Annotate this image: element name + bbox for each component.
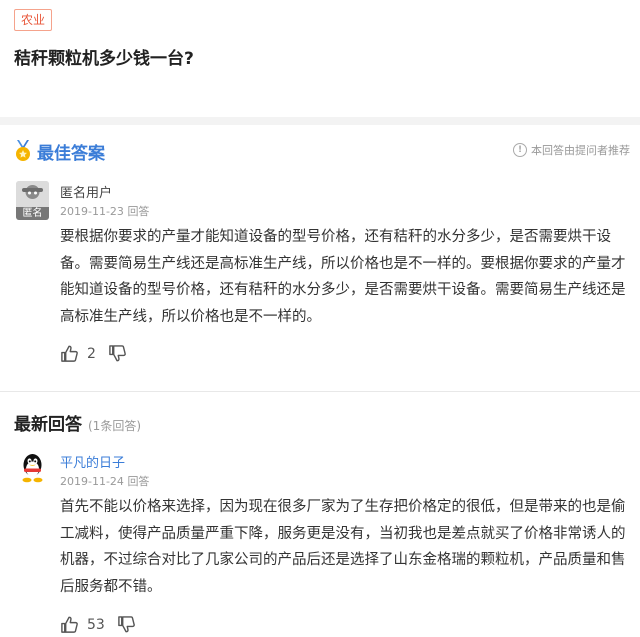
best-answer-text: 要根据你要求的产量才能知道设备的型号价格，还有秸秆的水分多少，是否需要烘干设备。…: [60, 229, 626, 325]
question-title: 秸秆颗粒机多少钱一台?: [14, 49, 194, 69]
answer-date: 2019-11-23: [60, 205, 124, 218]
section-divider: [0, 117, 640, 125]
avatar[interactable]: 匿名: [16, 181, 49, 220]
anonymous-user-icon: [16, 181, 49, 207]
thumb-up-icon[interactable]: [60, 615, 79, 634]
answer-meta: 2019-11-23 回答: [60, 203, 149, 219]
thumb-up-icon[interactable]: [60, 344, 79, 363]
thumb-down-icon[interactable]: [108, 344, 127, 363]
answer-meta: 2019-11-24 回答: [60, 473, 149, 489]
best-answer-votes: 2: [60, 344, 127, 363]
info-icon: !: [513, 143, 527, 157]
latest-answer-votes: 53: [60, 615, 136, 634]
recommend-note: ! 本回答由提问者推荐: [513, 142, 630, 158]
answerer-name[interactable]: 匿名用户: [60, 182, 112, 201]
category-tag[interactable]: 农业: [14, 9, 53, 31]
thumb-down-icon[interactable]: [117, 615, 136, 634]
qq-penguin-avatar[interactable]: [16, 451, 49, 484]
medal-icon: [16, 140, 30, 161]
answer-date: 2019-11-24: [60, 475, 124, 488]
recommend-note-text: 本回答由提问者推荐: [531, 144, 630, 157]
answerer-name[interactable]: 平凡的日子: [60, 452, 125, 471]
answer-meta-suffix: 回答: [127, 205, 150, 218]
avatar-label: 匿名: [16, 207, 49, 220]
latest-answers-title: 最新回答: [14, 415, 82, 435]
latest-answers-header: 最新回答 (1条回答): [14, 410, 141, 435]
best-answer-header: 最佳答案: [14, 138, 105, 164]
upvote-count: 53: [87, 616, 105, 633]
best-answer-title: 最佳答案: [37, 143, 105, 164]
answer-meta-suffix: 回答: [127, 475, 150, 488]
upvote-count: 2: [87, 345, 96, 362]
latest-answer-text: 首先不能以价格来选择，因为现在很多厂家为了生存把价格定的很低，但是带来的也是偷工…: [60, 499, 626, 595]
latest-answers-count: (1条回答): [88, 419, 141, 433]
section-divider: [0, 391, 640, 392]
